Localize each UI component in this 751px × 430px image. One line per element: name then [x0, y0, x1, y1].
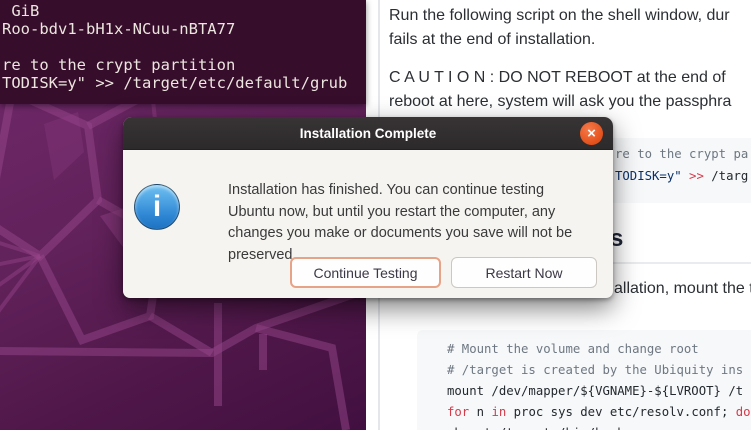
close-icon[interactable]: ×	[580, 122, 603, 145]
continue-testing-button[interactable]: Continue Testing	[290, 257, 441, 288]
code-text: n	[469, 405, 491, 419]
code-line: re to the crypt pa	[615, 147, 748, 162]
terminal-window[interactable]: GiB Roo-bdv1-bH1x-NCuu-nBTA77 re to the …	[0, 0, 366, 104]
paragraph-line: reboot at here, system will ask you the …	[389, 90, 731, 114]
paragraph-line: C A U T I O N : DO NOT REBOOT at the end…	[389, 66, 731, 90]
code-block-chroot: # Mount the volume and change root # /ta…	[417, 330, 751, 430]
doc-paragraph-caution: C A U T I O N : DO NOT REBOOT at the end…	[389, 66, 731, 113]
dialog-body: i Installation has finished. You can con…	[123, 150, 613, 297]
code-line: # Mount the volume and change root	[447, 342, 699, 357]
code-line: # /target is created by the Ubiquity ins	[447, 363, 743, 378]
code-text: /targ	[704, 169, 748, 183]
dialog-titlebar[interactable]: Installation Complete ×	[123, 117, 613, 150]
code-line: for n in proc sys dev etc/resolv.conf; d…	[447, 405, 751, 420]
restart-now-button[interactable]: Restart Now	[451, 257, 597, 288]
doc-paragraph-mount: allation, mount the ta	[614, 280, 751, 298]
dialog-message: Installation has finished. You can conti…	[228, 180, 572, 266]
code-comment: re to the crypt pa	[615, 147, 748, 161]
code-text: chroot /target /bin/bash	[447, 426, 625, 430]
doc-paragraph-run-script: Run the following script on the shell wi…	[389, 4, 730, 51]
terminal-line: re to the crypt partition	[2, 56, 235, 74]
terminal-line: GiB	[2, 2, 39, 20]
code-string: TODISK=y"	[615, 169, 689, 183]
code-comment: # /target is created by the Ubiquity ins	[447, 363, 743, 377]
code-text: proc sys dev etc/resolv.conf;	[506, 405, 736, 419]
installation-complete-dialog: Installation Complete × i Installation h…	[123, 117, 613, 298]
message-line: Installation has finished. You can conti…	[228, 180, 572, 202]
code-keyword: for	[447, 405, 469, 419]
code-operator: >>	[689, 169, 704, 183]
paragraph-line: Run the following script on the shell wi…	[389, 4, 730, 28]
paragraph-line: fails at the end of installation.	[389, 28, 730, 52]
terminal-line: TODISK=y" >> /target/etc/default/grub	[2, 74, 347, 92]
message-line: Ubuntu now, but until you restart the co…	[228, 202, 572, 224]
code-comment: # Mount the volume and change root	[447, 342, 699, 356]
dialog-title: Installation Complete	[300, 117, 437, 150]
code-line: TODISK=y" >> /targ	[615, 169, 748, 184]
code-text: mount /dev/mapper/${VGNAME}-${LVROOT} /t	[447, 384, 743, 398]
desktop-screen: GiB Roo-bdv1-bH1x-NCuu-nBTA77 re to the …	[0, 0, 751, 430]
message-line: changes you make or documents you save w…	[228, 223, 572, 245]
info-icon: i	[134, 184, 180, 230]
code-line: mount /dev/mapper/${VGNAME}-${LVROOT} /t	[447, 384, 743, 399]
code-line: chroot /target /bin/bash	[447, 426, 625, 430]
code-keyword: in	[491, 405, 506, 419]
code-keyword: do	[736, 405, 751, 419]
terminal-line: Roo-bdv1-bH1x-NCuu-nBTA77	[2, 20, 235, 38]
